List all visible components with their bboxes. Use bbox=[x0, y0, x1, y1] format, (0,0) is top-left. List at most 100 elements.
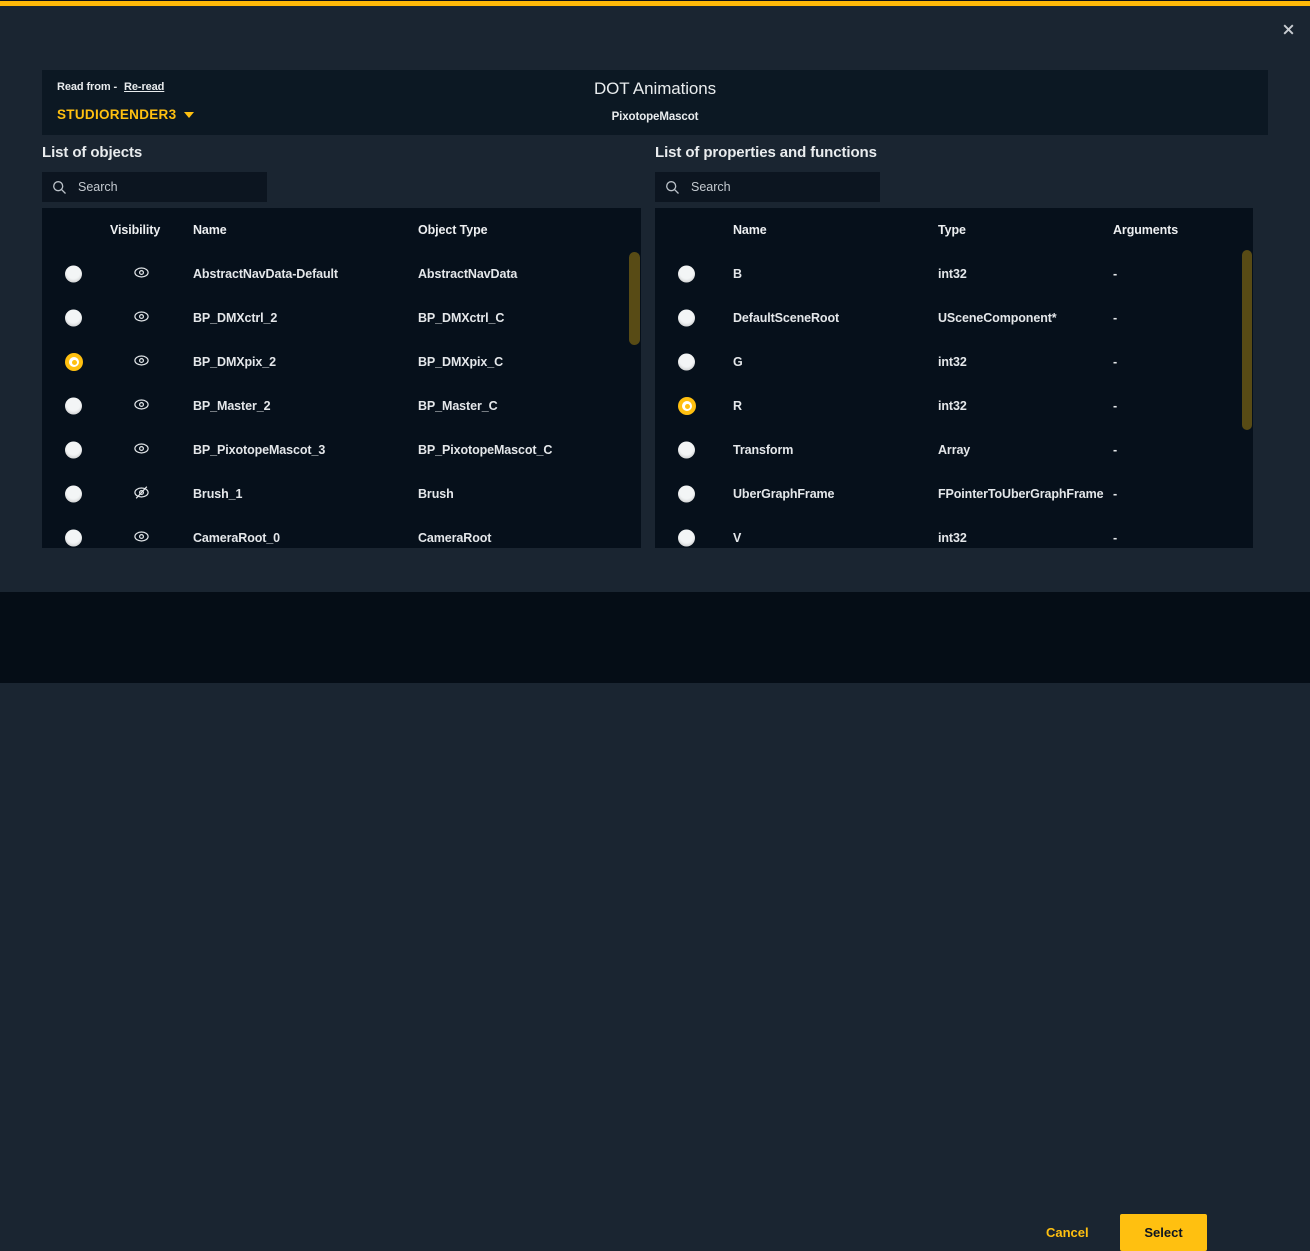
property-name: R bbox=[733, 399, 742, 413]
column-header-name: Name bbox=[193, 223, 227, 237]
object-select-radio[interactable] bbox=[65, 486, 82, 503]
property-name: Transform bbox=[733, 443, 793, 457]
property-select-radio[interactable] bbox=[678, 266, 695, 283]
property-arguments: - bbox=[1113, 531, 1117, 545]
objects-table-header: Visibility Name Object Type bbox=[42, 208, 641, 252]
object-select-radio[interactable] bbox=[65, 310, 82, 327]
property-name: G bbox=[733, 355, 743, 369]
object-name: BP_Master_2 bbox=[193, 399, 270, 413]
property-type: int32 bbox=[938, 355, 967, 369]
visibility-eye-icon[interactable] bbox=[133, 310, 150, 323]
properties-scrollbar-thumb[interactable] bbox=[1242, 250, 1252, 430]
property-name: DefaultSceneRoot bbox=[733, 311, 839, 325]
object-type: BP_PixotopeMascot_C bbox=[418, 443, 552, 457]
dialog-footer: Cancel Select bbox=[0, 592, 1310, 683]
properties-table-header: Name Type Arguments bbox=[655, 208, 1253, 252]
search-icon bbox=[665, 180, 680, 195]
column-header-name: Name bbox=[733, 223, 767, 237]
object-type: BP_DMXctrl_C bbox=[418, 311, 504, 325]
object-type: Brush bbox=[418, 487, 454, 501]
visibility-eye-icon[interactable] bbox=[133, 354, 150, 367]
object-select-radio[interactable] bbox=[65, 266, 82, 283]
properties-table-rows: B int32 - DefaultSceneRoot USceneCompone… bbox=[655, 252, 1253, 548]
object-select-radio[interactable] bbox=[65, 530, 82, 547]
close-icon[interactable] bbox=[1280, 21, 1296, 37]
property-select-radio[interactable] bbox=[678, 310, 695, 327]
object-type: CameraRoot bbox=[418, 531, 491, 545]
properties-search-box bbox=[655, 172, 880, 202]
visibility-eye-icon[interactable] bbox=[133, 530, 150, 543]
table-row: B int32 - bbox=[655, 252, 1253, 296]
property-arguments: - bbox=[1113, 487, 1117, 501]
column-header-arguments: Arguments bbox=[1113, 223, 1178, 237]
dot-animations-dialog: { "window": { "close_label": "×" }, "hea… bbox=[0, 0, 1310, 683]
object-name: CameraRoot_0 bbox=[193, 531, 280, 545]
property-select-radio[interactable] bbox=[678, 530, 695, 547]
cancel-button[interactable]: Cancel bbox=[1040, 1224, 1095, 1241]
table-row: DefaultSceneRoot USceneComponent* - bbox=[655, 296, 1253, 340]
column-header-object-type: Object Type bbox=[418, 223, 488, 237]
object-select-radio[interactable] bbox=[65, 398, 82, 415]
property-select-radio[interactable] bbox=[678, 442, 695, 459]
column-header-type: Type bbox=[938, 223, 966, 237]
property-select-radio[interactable] bbox=[678, 397, 696, 415]
visibility-eye-off-icon[interactable] bbox=[133, 486, 150, 500]
search-icon bbox=[52, 180, 67, 195]
dialog-subtitle: PixotopeMascot bbox=[42, 111, 1268, 123]
visibility-eye-icon[interactable] bbox=[133, 398, 150, 411]
object-name: Brush_1 bbox=[193, 487, 242, 501]
property-type: Array bbox=[938, 443, 970, 457]
object-name: BP_DMXctrl_2 bbox=[193, 311, 277, 325]
column-header-visibility: Visibility bbox=[110, 223, 160, 237]
table-row: BP_PixotopeMascot_3 BP_PixotopeMascot_C bbox=[42, 428, 641, 472]
table-row: AbstractNavData-Default AbstractNavData bbox=[42, 252, 641, 296]
property-name: UberGraphFrame bbox=[733, 487, 834, 501]
property-select-radio[interactable] bbox=[678, 486, 695, 503]
object-type: BP_Master_C bbox=[418, 399, 498, 413]
table-row: G int32 - bbox=[655, 340, 1253, 384]
table-row: CameraRoot_0 CameraRoot bbox=[42, 516, 641, 548]
visibility-eye-icon[interactable] bbox=[133, 442, 150, 455]
dialog-title: DOT Animations bbox=[42, 79, 1268, 99]
property-type: int32 bbox=[938, 399, 967, 413]
objects-search-input[interactable] bbox=[76, 179, 257, 195]
property-type: FPointerToUberGraphFrame bbox=[938, 487, 1103, 501]
select-button[interactable]: Select bbox=[1120, 1214, 1207, 1251]
property-type: USceneComponent* bbox=[938, 311, 1057, 325]
property-arguments: - bbox=[1113, 311, 1117, 325]
table-row: BP_DMXctrl_2 BP_DMXctrl_C bbox=[42, 296, 641, 340]
objects-table-rows: AbstractNavData-Default AbstractNavData … bbox=[42, 252, 641, 548]
property-arguments: - bbox=[1113, 355, 1117, 369]
object-name: BP_PixotopeMascot_3 bbox=[193, 443, 325, 457]
table-row: Transform Array - bbox=[655, 428, 1253, 472]
property-type: int32 bbox=[938, 531, 967, 545]
property-name: B bbox=[733, 267, 742, 281]
objects-table: Visibility Name Object Type AbstractNavD… bbox=[42, 208, 641, 548]
object-type: AbstractNavData bbox=[418, 267, 517, 281]
table-row: V int32 - bbox=[655, 516, 1253, 548]
properties-panel-heading: List of properties and functions bbox=[655, 144, 877, 161]
objects-scrollbar-thumb[interactable] bbox=[629, 252, 640, 345]
objects-search-box bbox=[42, 172, 267, 202]
table-row: Brush_1 Brush bbox=[42, 472, 641, 516]
table-row: BP_DMXpix_2 BP_DMXpix_C bbox=[42, 340, 641, 384]
object-type: BP_DMXpix_C bbox=[418, 355, 503, 369]
window-accent-bar bbox=[0, 0, 1310, 6]
visibility-eye-icon[interactable] bbox=[133, 266, 150, 279]
table-row: UberGraphFrame FPointerToUberGraphFrame … bbox=[655, 472, 1253, 516]
object-select-radio[interactable] bbox=[65, 353, 83, 371]
object-name: BP_DMXpix_2 bbox=[193, 355, 276, 369]
property-name: V bbox=[733, 531, 741, 545]
objects-panel-heading: List of objects bbox=[42, 144, 142, 161]
property-arguments: - bbox=[1113, 267, 1117, 281]
object-select-radio[interactable] bbox=[65, 442, 82, 459]
table-row: BP_Master_2 BP_Master_C bbox=[42, 384, 641, 428]
property-arguments: - bbox=[1113, 399, 1117, 413]
property-select-radio[interactable] bbox=[678, 354, 695, 371]
property-arguments: - bbox=[1113, 443, 1117, 457]
table-row: R int32 - bbox=[655, 384, 1253, 428]
properties-search-input[interactable] bbox=[689, 179, 870, 195]
property-type: int32 bbox=[938, 267, 967, 281]
object-name: AbstractNavData-Default bbox=[193, 267, 338, 281]
dialog-header: Read from -Re-read STUDIORENDER3 DOT Ani… bbox=[42, 70, 1268, 135]
